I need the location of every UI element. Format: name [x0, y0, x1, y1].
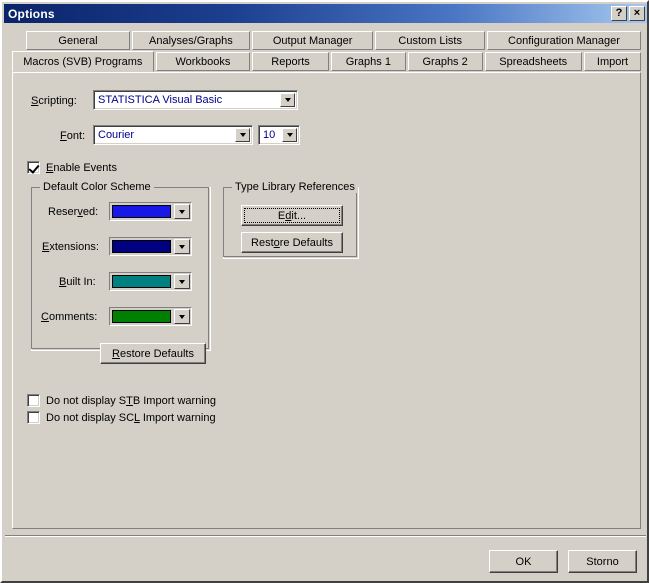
chevron-down-icon[interactable]	[282, 128, 297, 142]
extensions-color-combo[interactable]	[109, 237, 192, 256]
tab-workbooks[interactable]: Workbooks	[155, 52, 251, 71]
reserved-color-swatch	[112, 205, 171, 218]
tab-macros-svb-programs[interactable]: Macros (SVB) Programs	[12, 51, 154, 72]
built-in-color-combo[interactable]	[109, 272, 192, 291]
font-size-value: 10	[263, 129, 276, 141]
tab-general[interactable]: General	[26, 31, 130, 50]
button-label: Storno	[586, 555, 619, 568]
default-color-scheme-group: Default Color Scheme Reserved: Extension…	[31, 181, 211, 364]
tab-label: Output Manager	[272, 34, 353, 47]
scripting-value: STATISTICA Visual Basic	[98, 94, 223, 106]
scl-import-warning-checkbox-row[interactable]: Do not display SCL Import warning	[27, 411, 216, 424]
tab-label: Configuration Manager	[508, 34, 620, 47]
options-dialog-window: Options ? × General Analyses/Graphs Outp…	[0, 0, 649, 583]
tab-strip: General Analyses/Graphs Output Manager C…	[12, 31, 643, 72]
scripting-combo[interactable]: STATISTICA Visual Basic	[93, 90, 298, 110]
checkbox-icon[interactable]	[27, 394, 40, 407]
window-title: Options	[8, 6, 55, 21]
enable-events-checkbox-row[interactable]: Enable Events	[27, 161, 117, 174]
tab-content-panel: Scripting: STATISTICA Visual Basic Font:…	[12, 72, 641, 529]
tab-label: General	[58, 34, 98, 47]
font-value: Courier	[98, 129, 135, 141]
built-in-label: Built In:	[59, 276, 96, 288]
chevron-down-icon[interactable]	[280, 93, 295, 107]
tab-spreadsheets[interactable]: Spreadsheets	[484, 52, 582, 71]
tab-label: Analyses/Graphs	[149, 34, 233, 47]
tab-graphs-2[interactable]: Graphs 2	[407, 52, 483, 71]
type-library-references-title: Type Library References	[232, 181, 358, 193]
tab-reports[interactable]: Reports	[252, 52, 329, 71]
tab-label: Graphs 2	[422, 55, 468, 68]
chevron-down-icon[interactable]	[174, 239, 190, 254]
tab-analyses-graphs[interactable]: Analyses/Graphs	[131, 31, 250, 50]
checkbox-icon[interactable]	[27, 411, 40, 424]
tab-label: Workbooks	[175, 55, 231, 68]
comments-color-combo[interactable]	[109, 307, 192, 326]
color-scheme-restore-defaults-button[interactable]: Restore Defaults	[100, 343, 206, 364]
built-in-color-swatch	[112, 275, 171, 288]
type-library-references-group: Type Library References Edit... Restore …	[223, 181, 359, 259]
title-bar: Options ? ×	[4, 4, 647, 23]
enable-events-label: Enable Events	[46, 161, 117, 174]
close-icon[interactable]: ×	[629, 6, 645, 21]
title-bar-buttons: ? ×	[611, 6, 645, 21]
scl-import-warning-label: Do not display SCL Import warning	[46, 411, 216, 424]
tab-graphs-1[interactable]: Graphs 1	[330, 52, 406, 71]
tab-custom-lists[interactable]: Custom Lists	[375, 31, 485, 50]
comments-label: Comments:	[41, 311, 98, 323]
type-library-edit-button[interactable]: Edit...	[241, 205, 343, 226]
extensions-color-swatch	[112, 240, 171, 253]
button-label: Restore Defaults	[251, 236, 333, 249]
chevron-down-icon[interactable]	[174, 204, 190, 219]
help-icon[interactable]: ?	[611, 6, 627, 21]
font-label: Font:	[60, 130, 86, 142]
reserved-color-combo[interactable]	[109, 202, 192, 221]
checkbox-icon[interactable]	[27, 161, 40, 174]
comments-color-swatch	[112, 310, 171, 323]
ok-button[interactable]: OK	[489, 550, 558, 573]
tab-label: Custom Lists	[398, 34, 462, 47]
button-label: Edit...	[277, 209, 307, 222]
type-library-restore-defaults-button[interactable]: Restore Defaults	[241, 232, 343, 253]
extensions-label: Extensions:	[42, 241, 99, 253]
cancel-button[interactable]: Storno	[568, 550, 637, 573]
default-color-scheme-title: Default Color Scheme	[40, 181, 154, 193]
tab-output-manager[interactable]: Output Manager	[251, 31, 374, 50]
tab-configuration-manager[interactable]: Configuration Manager	[486, 31, 641, 50]
reserved-label: Reserved:	[48, 206, 99, 218]
chevron-down-icon[interactable]	[174, 309, 190, 324]
tab-label: Spreadsheets	[499, 55, 568, 68]
tab-label: Graphs 1	[345, 55, 391, 68]
scripting-label: Scripting:	[31, 95, 77, 107]
footer-divider	[5, 535, 646, 537]
stb-import-warning-checkbox-row[interactable]: Do not display STB Import warning	[27, 394, 216, 407]
button-label: Restore Defaults	[112, 347, 194, 360]
font-combo[interactable]: Courier	[93, 125, 253, 145]
chevron-down-icon[interactable]	[235, 128, 250, 142]
chevron-down-icon[interactable]	[174, 274, 190, 289]
tab-label: Macros (SVB) Programs	[23, 55, 143, 68]
button-label: OK	[515, 555, 532, 568]
font-size-combo[interactable]: 10	[258, 125, 300, 145]
tab-row-bottom: Macros (SVB) Programs Workbooks Reports …	[12, 51, 643, 72]
tab-import[interactable]: Import	[583, 52, 642, 71]
tab-row-top: General Analyses/Graphs Output Manager C…	[26, 31, 643, 51]
stb-import-warning-label: Do not display STB Import warning	[46, 394, 216, 407]
tab-label: Reports	[271, 55, 310, 68]
tab-label: Import	[596, 55, 629, 68]
